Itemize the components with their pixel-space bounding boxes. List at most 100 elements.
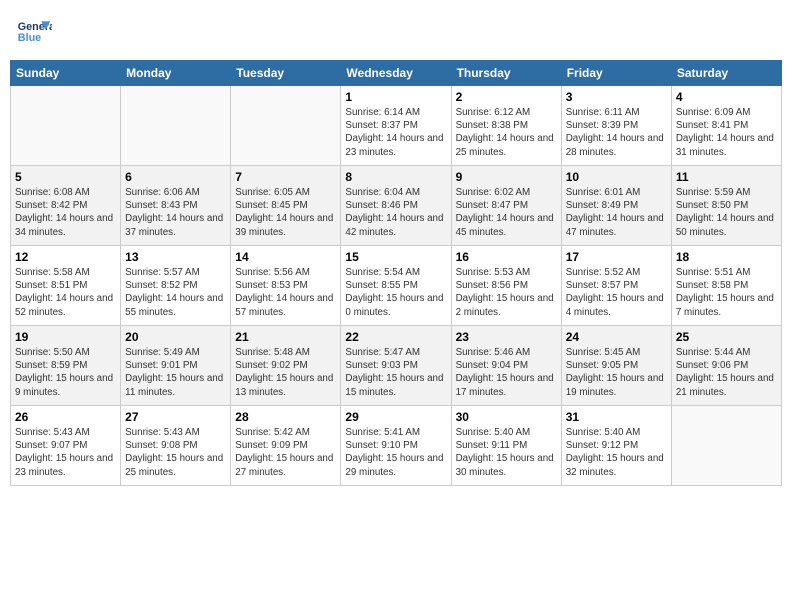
day-info: Sunrise: 6:09 AM Sunset: 8:41 PM Dayligh…: [676, 106, 777, 159]
calendar-cell: 10 Sunrise: 6:01 AM Sunset: 8:49 PM Dayli…: [561, 166, 671, 246]
day-info: Sunrise: 5:42 AM Sunset: 9:09 PM Dayligh…: [235, 426, 336, 479]
day-info: Sunrise: 5:56 AM Sunset: 8:53 PM Dayligh…: [235, 266, 336, 319]
day-info: Sunrise: 6:14 AM Sunset: 8:37 PM Dayligh…: [345, 106, 446, 159]
calendar-cell: 27 Sunrise: 5:43 AM Sunset: 9:08 PM Dayli…: [121, 406, 231, 486]
calendar-cell: 12 Sunrise: 5:58 AM Sunset: 8:51 PM Dayli…: [11, 246, 121, 326]
day-number: 15: [345, 250, 446, 264]
day-header-tuesday: Tuesday: [231, 61, 341, 86]
calendar-week-row: 19Sunrise: 5:50 AM Sunset: 8:59 PM Dayli…: [11, 326, 782, 406]
day-info: Sunrise: 6:12 AM Sunset: 8:38 PM Dayligh…: [456, 106, 557, 159]
day-info: Sunrise: 5:51 AM Sunset: 8:58 PM Dayligh…: [676, 266, 777, 319]
day-info: Sunrise: 5:41 AM Sunset: 9:10 PM Dayligh…: [345, 426, 446, 479]
day-header-friday: Friday: [561, 61, 671, 86]
calendar-cell: 29Sunrise: 5:41 AM Sunset: 9:10 PM Dayli…: [341, 406, 451, 486]
calendar-cell: 1 Sunrise: 6:14 AM Sunset: 8:37 PM Daylig…: [341, 86, 451, 166]
day-info: Sunrise: 5:58 AM Sunset: 8:51 PM Dayligh…: [15, 266, 116, 319]
day-number: 16: [456, 250, 557, 264]
day-number: 18: [676, 250, 777, 264]
day-header-saturday: Saturday: [671, 61, 781, 86]
day-number: 30: [456, 410, 557, 424]
day-number: 11: [676, 170, 777, 184]
calendar-cell: 11 Sunrise: 5:59 AM Sunset: 8:50 PM Dayli…: [671, 166, 781, 246]
calendar-cell: 24 Sunrise: 5:45 AM Sunset: 9:05 PM Dayli…: [561, 326, 671, 406]
calendar-week-row: 26Sunrise: 5:43 AM Sunset: 9:07 PM Dayli…: [11, 406, 782, 486]
calendar-cell: 19Sunrise: 5:50 AM Sunset: 8:59 PM Dayli…: [11, 326, 121, 406]
day-number: 24: [566, 330, 667, 344]
day-info: Sunrise: 5:40 AM Sunset: 9:11 PM Dayligh…: [456, 426, 557, 479]
calendar-cell: 13Sunrise: 5:57 AM Sunset: 8:52 PM Dayli…: [121, 246, 231, 326]
day-info: Sunrise: 6:06 AM Sunset: 8:43 PM Dayligh…: [125, 186, 226, 239]
day-number: 12: [15, 250, 116, 264]
day-number: 31: [566, 410, 667, 424]
calendar-cell: 5Sunrise: 6:08 AM Sunset: 8:42 PM Daylig…: [11, 166, 121, 246]
calendar-cell: 7 Sunrise: 6:05 AM Sunset: 8:45 PM Daylig…: [231, 166, 341, 246]
calendar-cell: 15 Sunrise: 5:54 AM Sunset: 8:55 PM Dayli…: [341, 246, 451, 326]
day-info: Sunrise: 5:54 AM Sunset: 8:55 PM Dayligh…: [345, 266, 446, 319]
calendar-cell: 23 Sunrise: 5:46 AM Sunset: 9:04 PM Dayli…: [451, 326, 561, 406]
day-info: Sunrise: 5:57 AM Sunset: 8:52 PM Dayligh…: [125, 266, 226, 319]
calendar-cell: 21Sunrise: 5:48 AM Sunset: 9:02 PM Dayli…: [231, 326, 341, 406]
day-number: 19: [15, 330, 116, 344]
calendar-cell: [11, 86, 121, 166]
day-info: Sunrise: 6:01 AM Sunset: 8:49 PM Dayligh…: [566, 186, 667, 239]
day-number: 28: [235, 410, 336, 424]
calendar-cell: 16 Sunrise: 5:53 AM Sunset: 8:56 PM Dayli…: [451, 246, 561, 326]
day-info: Sunrise: 5:49 AM Sunset: 9:01 PM Dayligh…: [125, 346, 226, 399]
day-info: Sunrise: 5:48 AM Sunset: 9:02 PM Dayligh…: [235, 346, 336, 399]
calendar-cell: 4 Sunrise: 6:09 AM Sunset: 8:41 PM Daylig…: [671, 86, 781, 166]
day-info: Sunrise: 5:43 AM Sunset: 9:08 PM Dayligh…: [125, 426, 226, 479]
day-number: 27: [125, 410, 226, 424]
day-info: Sunrise: 6:02 AM Sunset: 8:47 PM Dayligh…: [456, 186, 557, 239]
logo: General Blue: [16, 14, 56, 50]
day-number: 23: [456, 330, 557, 344]
calendar-cell: 20Sunrise: 5:49 AM Sunset: 9:01 PM Dayli…: [121, 326, 231, 406]
logo-icon: General Blue: [16, 14, 52, 50]
calendar-table: SundayMondayTuesdayWednesdayThursdayFrid…: [10, 60, 782, 486]
calendar-header: General Blue: [10, 10, 782, 54]
day-number: 17: [566, 250, 667, 264]
day-number: 4: [676, 90, 777, 104]
day-number: 1: [345, 90, 446, 104]
calendar-week-row: 1 Sunrise: 6:14 AM Sunset: 8:37 PM Daylig…: [11, 86, 782, 166]
day-number: 14: [235, 250, 336, 264]
day-number: 7: [235, 170, 336, 184]
day-info: Sunrise: 5:47 AM Sunset: 9:03 PM Dayligh…: [345, 346, 446, 399]
calendar-cell: 28 Sunrise: 5:42 AM Sunset: 9:09 PM Dayli…: [231, 406, 341, 486]
calendar-cell: 2Sunrise: 6:12 AM Sunset: 8:38 PM Daylig…: [451, 86, 561, 166]
day-header-sunday: Sunday: [11, 61, 121, 86]
day-headers-row: SundayMondayTuesdayWednesdayThursdayFrid…: [11, 61, 782, 86]
calendar-cell: [671, 406, 781, 486]
calendar-cell: 9Sunrise: 6:02 AM Sunset: 8:47 PM Daylig…: [451, 166, 561, 246]
day-info: Sunrise: 5:52 AM Sunset: 8:57 PM Dayligh…: [566, 266, 667, 319]
day-info: Sunrise: 5:44 AM Sunset: 9:06 PM Dayligh…: [676, 346, 777, 399]
day-info: Sunrise: 5:43 AM Sunset: 9:07 PM Dayligh…: [15, 426, 116, 479]
day-info: Sunrise: 6:11 AM Sunset: 8:39 PM Dayligh…: [566, 106, 667, 159]
day-number: 22: [345, 330, 446, 344]
day-info: Sunrise: 6:08 AM Sunset: 8:42 PM Dayligh…: [15, 186, 116, 239]
day-info: Sunrise: 5:53 AM Sunset: 8:56 PM Dayligh…: [456, 266, 557, 319]
day-header-thursday: Thursday: [451, 61, 561, 86]
calendar-cell: 18 Sunrise: 5:51 AM Sunset: 8:58 PM Dayli…: [671, 246, 781, 326]
calendar-week-row: 12 Sunrise: 5:58 AM Sunset: 8:51 PM Dayli…: [11, 246, 782, 326]
day-number: 3: [566, 90, 667, 104]
calendar-cell: 14 Sunrise: 5:56 AM Sunset: 8:53 PM Dayli…: [231, 246, 341, 326]
day-info: Sunrise: 6:04 AM Sunset: 8:46 PM Dayligh…: [345, 186, 446, 239]
day-info: Sunrise: 5:46 AM Sunset: 9:04 PM Dayligh…: [456, 346, 557, 399]
svg-text:Blue: Blue: [18, 32, 41, 44]
calendar-cell: 22 Sunrise: 5:47 AM Sunset: 9:03 PM Dayli…: [341, 326, 451, 406]
calendar-cell: 8Sunrise: 6:04 AM Sunset: 8:46 PM Daylig…: [341, 166, 451, 246]
day-number: 10: [566, 170, 667, 184]
day-number: 25: [676, 330, 777, 344]
calendar-cell: 6Sunrise: 6:06 AM Sunset: 8:43 PM Daylig…: [121, 166, 231, 246]
day-info: Sunrise: 5:59 AM Sunset: 8:50 PM Dayligh…: [676, 186, 777, 239]
day-info: Sunrise: 5:45 AM Sunset: 9:05 PM Dayligh…: [566, 346, 667, 399]
calendar-cell: 26Sunrise: 5:43 AM Sunset: 9:07 PM Dayli…: [11, 406, 121, 486]
calendar-cell: 31Sunrise: 5:40 AM Sunset: 9:12 PM Dayli…: [561, 406, 671, 486]
day-header-monday: Monday: [121, 61, 231, 86]
calendar-cell: [231, 86, 341, 166]
calendar-cell: 3 Sunrise: 6:11 AM Sunset: 8:39 PM Daylig…: [561, 86, 671, 166]
calendar-cell: 17 Sunrise: 5:52 AM Sunset: 8:57 PM Dayli…: [561, 246, 671, 326]
calendar-week-row: 5Sunrise: 6:08 AM Sunset: 8:42 PM Daylig…: [11, 166, 782, 246]
day-info: Sunrise: 6:05 AM Sunset: 8:45 PM Dayligh…: [235, 186, 336, 239]
calendar-cell: 30 Sunrise: 5:40 AM Sunset: 9:11 PM Dayli…: [451, 406, 561, 486]
